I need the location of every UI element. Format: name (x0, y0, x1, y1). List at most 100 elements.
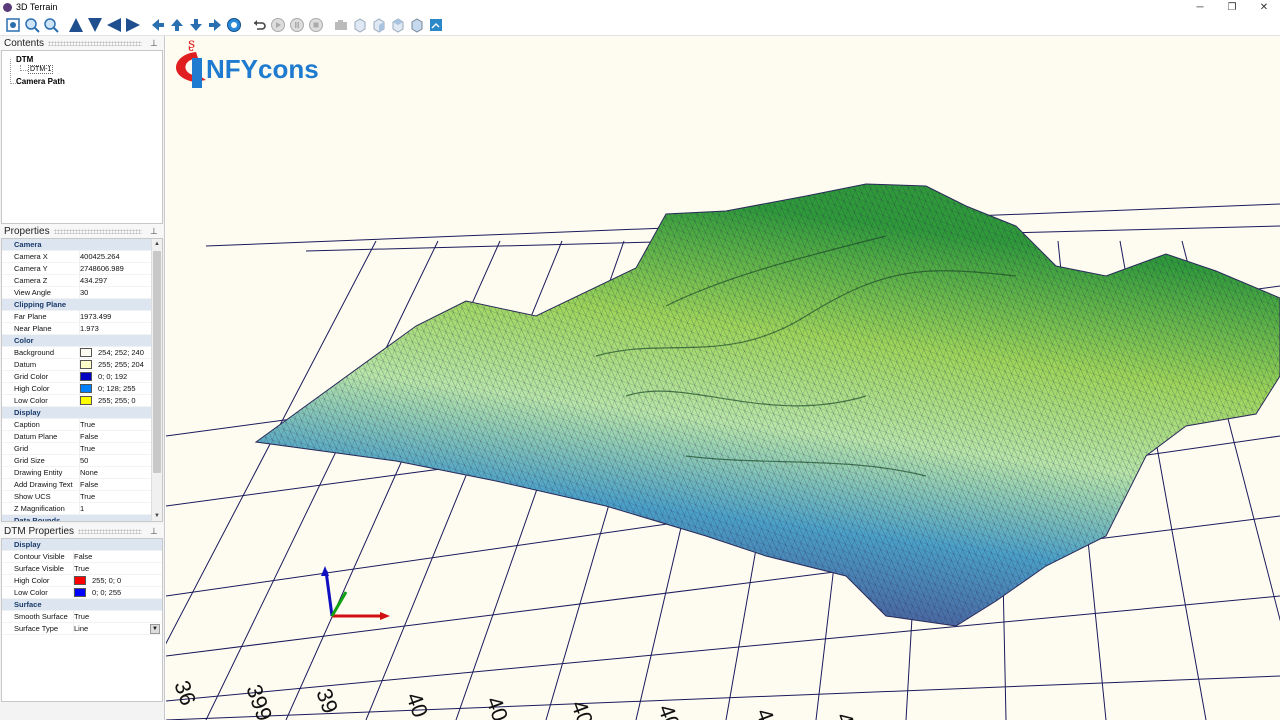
tree-node-camera-path[interactable]: Camera Path (16, 77, 65, 86)
property-row[interactable]: Camera Y 2748606.989 (2, 263, 152, 275)
property-value[interactable]: True (80, 419, 152, 430)
pause-icon[interactable] (288, 16, 306, 34)
property-value[interactable]: 1 (80, 503, 152, 514)
property-row[interactable]: Datum 255; 255; 204 (2, 359, 152, 371)
tree-node-dtm-1[interactable]: DTM-1 (28, 65, 54, 74)
terrain-viewport[interactable]: 3639939404004040404 ʂ NFYcons (166, 36, 1280, 720)
stop-icon[interactable] (307, 16, 325, 34)
contents-header[interactable]: Contents ⊥ (0, 36, 164, 50)
dtm-properties-header[interactable]: DTM Properties ⊥ (0, 524, 164, 538)
property-row[interactable]: Far Plane 1973.499 (2, 311, 152, 323)
color-swatch[interactable] (80, 348, 92, 357)
pan-up-icon[interactable] (168, 16, 186, 34)
property-row[interactable]: High Color 0; 128; 255 (2, 383, 152, 395)
property-value[interactable]: True (80, 443, 152, 454)
maximize-button[interactable]: ❐ (1216, 2, 1248, 13)
property-row[interactable]: Surface Visible True (2, 563, 162, 575)
pin-icon[interactable]: ⊥ (150, 526, 160, 537)
property-value[interactable]: True (74, 611, 162, 622)
orbit-icon[interactable] (225, 16, 243, 34)
property-value[interactable]: 255; 255; 0 (80, 395, 152, 406)
property-row[interactable]: Low Color 0; 0; 255 (2, 587, 162, 599)
zoom-out-icon[interactable] (42, 16, 60, 34)
property-value[interactable]: True (80, 491, 152, 502)
color-swatch[interactable] (80, 360, 92, 369)
property-row[interactable]: Grid Color 0; 0; 192 (2, 371, 152, 383)
play-icon[interactable] (269, 16, 287, 34)
category-color[interactable]: Color (2, 335, 152, 347)
view-up-icon[interactable] (67, 16, 85, 34)
view-down-icon[interactable] (86, 16, 104, 34)
dropdown-arrow-icon[interactable]: ▼ (150, 623, 160, 634)
property-value[interactable]: 255; 255; 204 (80, 359, 152, 370)
undo-icon[interactable] (250, 16, 268, 34)
property-value[interactable]: 0; 0; 255 (74, 587, 162, 598)
property-value[interactable]: 50 (80, 455, 152, 466)
scroll-thumb[interactable] (153, 251, 161, 473)
color-swatch[interactable] (80, 384, 92, 393)
property-value[interactable]: False (74, 551, 162, 562)
property-value[interactable]: 30 (80, 287, 152, 298)
property-value[interactable]: 2748606.989 (80, 263, 152, 274)
color-swatch[interactable] (80, 396, 92, 405)
panel-grip[interactable] (53, 228, 142, 234)
cube-side-icon[interactable] (370, 16, 388, 34)
property-value[interactable]: 254; 252; 240 (80, 347, 152, 358)
pin-icon[interactable]: ⊥ (150, 226, 160, 237)
scroll-down-icon[interactable]: ▼ (152, 511, 162, 521)
properties-scrollbar[interactable]: ▲ ▼ (151, 239, 162, 521)
scroll-up-icon[interactable]: ▲ (152, 239, 162, 249)
category-data-bounds[interactable]: Data Bounds (2, 515, 152, 521)
pan-down-icon[interactable] (187, 16, 205, 34)
property-value[interactable]: 434.297 (80, 275, 152, 286)
close-button[interactable]: ✕ (1248, 2, 1280, 13)
property-row[interactable]: Near Plane 1.973 (2, 323, 152, 335)
pan-right-icon[interactable] (206, 16, 224, 34)
color-swatch[interactable] (74, 588, 86, 597)
color-swatch[interactable] (74, 576, 86, 585)
property-value[interactable]: 1.973 (80, 323, 152, 334)
view-right-icon[interactable] (124, 16, 142, 34)
zoom-extents-icon[interactable] (4, 16, 22, 34)
property-value[interactable]: False (80, 431, 152, 442)
tree-node-dtm[interactable]: DTM (16, 55, 33, 64)
property-row[interactable]: Drawing Entity None (2, 467, 152, 479)
cube-iso-icon[interactable] (408, 16, 426, 34)
property-row[interactable]: Datum Plane False (2, 431, 152, 443)
view-left-icon[interactable] (105, 16, 123, 34)
camera-icon[interactable] (332, 16, 350, 34)
property-row[interactable]: Background 254; 252; 240 (2, 347, 152, 359)
cube-front-icon[interactable] (351, 16, 369, 34)
property-value[interactable]: 400425.264 (80, 251, 152, 262)
property-row[interactable]: Surface Type Line ▼ (2, 623, 162, 635)
property-value[interactable]: 0; 128; 255 (80, 383, 152, 394)
terrain-scene[interactable]: 3639939404004040404 (166, 36, 1280, 720)
cube-top-icon[interactable] (389, 16, 407, 34)
property-row[interactable]: Show UCS True (2, 491, 152, 503)
property-row[interactable]: Smooth Surface True (2, 611, 162, 623)
property-value[interactable]: 0; 0; 192 (80, 371, 152, 382)
minimize-button[interactable]: ─ (1184, 2, 1216, 13)
panel-grip[interactable] (78, 528, 142, 534)
property-row[interactable]: Grid Size 50 (2, 455, 152, 467)
color-swatch[interactable] (80, 372, 92, 381)
property-row[interactable]: Camera Z 434.297 (2, 275, 152, 287)
property-row[interactable]: Contour Visible False (2, 551, 162, 563)
property-row[interactable]: Caption True (2, 419, 152, 431)
category-display[interactable]: Display (2, 539, 162, 551)
category-display[interactable]: Display (2, 407, 152, 419)
property-row[interactable]: Camera X 400425.264 (2, 251, 152, 263)
property-value[interactable]: None (80, 467, 152, 478)
category-surface[interactable]: Surface (2, 599, 162, 611)
category-camera[interactable]: Camera (2, 239, 152, 251)
property-value[interactable]: True (74, 563, 162, 574)
property-row[interactable]: Grid True (2, 443, 152, 455)
properties-header[interactable]: Properties ⊥ (0, 224, 164, 238)
property-value[interactable]: 1973.499 (80, 311, 152, 322)
property-row[interactable]: Low Color 255; 255; 0 (2, 395, 152, 407)
property-value[interactable]: 255; 0; 0 (74, 575, 162, 586)
pan-left-icon[interactable] (149, 16, 167, 34)
property-row[interactable]: Add Drawing Text False (2, 479, 152, 491)
property-row[interactable]: View Angle 30 (2, 287, 152, 299)
zoom-in-icon[interactable] (23, 16, 41, 34)
